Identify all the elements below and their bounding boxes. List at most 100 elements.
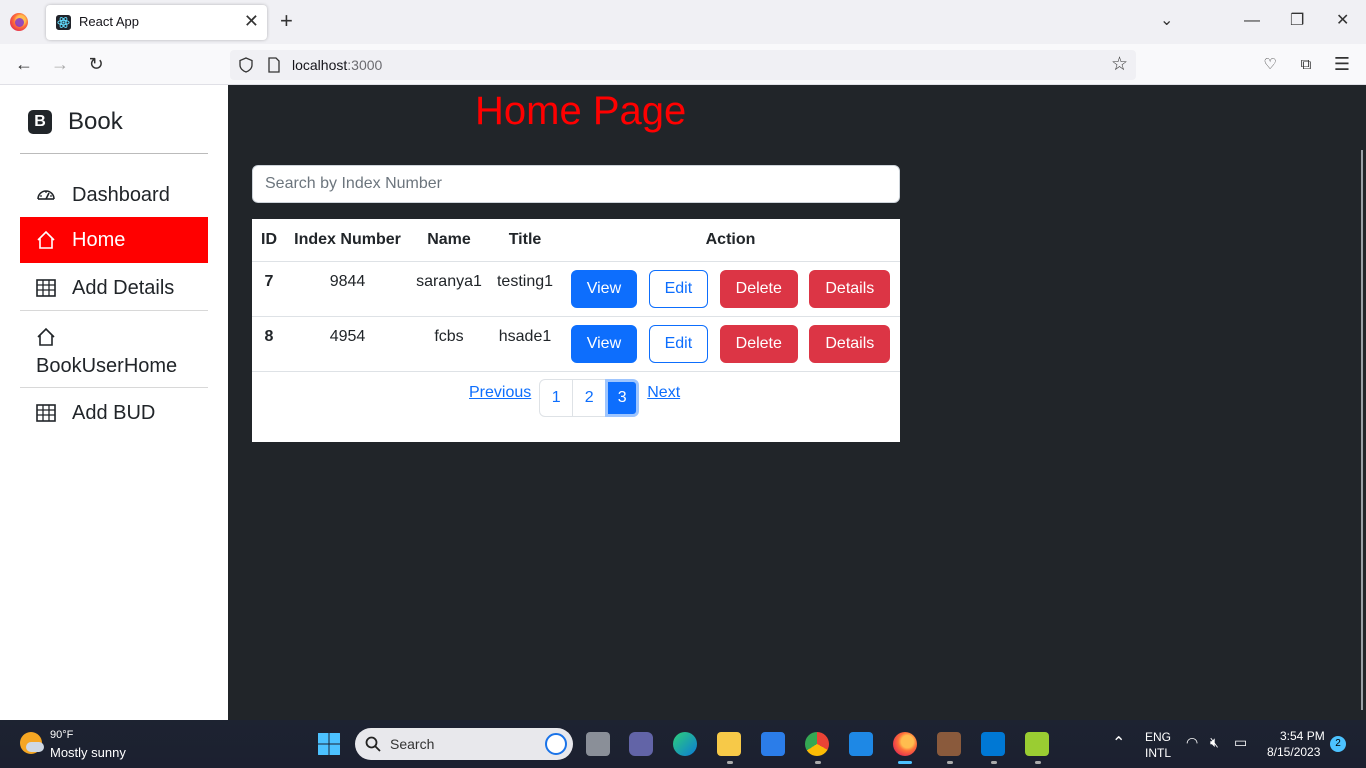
weather-temp[interactable]: 90°F bbox=[50, 729, 73, 741]
search-icon bbox=[365, 736, 381, 752]
task-view-icon[interactable] bbox=[586, 732, 610, 756]
sidebar-item-label: BookUserHome bbox=[36, 355, 178, 377]
brand[interactable]: B Book bbox=[28, 108, 123, 136]
brand-logo: B bbox=[28, 110, 52, 134]
microsoft-store-icon[interactable] bbox=[761, 732, 785, 756]
column-header: Index Number bbox=[286, 219, 409, 262]
vscode-icon[interactable] bbox=[981, 732, 1005, 756]
extensions-icon[interactable]: ⧉ bbox=[1294, 52, 1318, 76]
view-button[interactable]: View bbox=[570, 269, 638, 308]
teams-chat-icon[interactable] bbox=[629, 732, 653, 756]
house-icon bbox=[36, 327, 56, 347]
brand-name: Book bbox=[68, 108, 123, 135]
running-indicator bbox=[727, 761, 733, 764]
delete-button[interactable]: Delete bbox=[719, 269, 798, 308]
view-button[interactable]: View bbox=[570, 324, 638, 363]
sidebar-item-add-bud[interactable]: Add BUD bbox=[20, 390, 208, 436]
minimize-icon[interactable]: — bbox=[1244, 11, 1260, 31]
page-title: Home Page bbox=[475, 89, 687, 133]
cell-index: 9844 bbox=[286, 261, 409, 317]
cell-id: 8 bbox=[252, 316, 286, 372]
cell-name: saranya1 bbox=[409, 261, 489, 317]
browser-tabstrip: React App ✕ + ⌄ — ❐ ✕ bbox=[0, 0, 1366, 44]
battery-icon[interactable]: ▭ bbox=[1234, 734, 1247, 751]
chevron-up-icon[interactable]: ⌃ bbox=[1112, 733, 1125, 753]
house-icon bbox=[36, 230, 56, 250]
keyboard-layout-label[interactable]: INTL bbox=[1145, 746, 1171, 760]
language-label[interactable]: ENG bbox=[1145, 730, 1171, 744]
sidebar-item-dashboard[interactable]: Dashboard bbox=[20, 172, 208, 218]
details-button[interactable]: Details bbox=[809, 324, 891, 363]
weather-icon[interactable] bbox=[20, 732, 44, 754]
column-header: Name bbox=[409, 219, 489, 262]
firefox-icon[interactable] bbox=[10, 13, 28, 31]
app-icon[interactable] bbox=[937, 732, 961, 756]
sidebar-item-label: Add BUD bbox=[72, 401, 156, 424]
cell-index: 4954 bbox=[286, 316, 409, 372]
page-icon[interactable] bbox=[267, 57, 281, 73]
cell-name: fcbs bbox=[409, 316, 489, 372]
table-card: ID Index Number Name Title Action 7 9844… bbox=[252, 219, 900, 442]
speaker-muted-icon[interactable]: 🔇︎ bbox=[1210, 734, 1219, 751]
running-indicator bbox=[1035, 761, 1041, 764]
close-window-icon[interactable]: ✕ bbox=[1336, 11, 1349, 31]
restore-icon[interactable]: ❐ bbox=[1290, 11, 1304, 31]
browser-tab[interactable]: React App ✕ bbox=[46, 5, 267, 40]
sidebar-item-bookuserhome[interactable]: BookUserHome bbox=[20, 321, 208, 385]
cell-id: 7 bbox=[252, 261, 286, 317]
weather-condition[interactable]: Mostly sunny bbox=[50, 745, 126, 760]
pocket-icon[interactable]: ♡ bbox=[1258, 52, 1282, 76]
firefox-taskbar-icon[interactable] bbox=[893, 732, 917, 756]
reload-icon[interactable]: ↻ bbox=[84, 52, 108, 76]
edit-button[interactable]: Edit bbox=[648, 269, 709, 308]
page-2-button[interactable]: 2 bbox=[572, 379, 607, 417]
running-indicator bbox=[991, 761, 997, 764]
back-icon[interactable]: ← bbox=[12, 52, 36, 76]
edit-button[interactable]: Edit bbox=[648, 324, 709, 363]
column-header: Action bbox=[561, 219, 900, 262]
details-button[interactable]: Details bbox=[809, 269, 891, 308]
taskbar-search[interactable]: Search bbox=[355, 728, 573, 760]
cell-title: hsade1 bbox=[489, 316, 561, 372]
notification-badge[interactable]: 2 bbox=[1330, 736, 1346, 752]
sidebar-item-label: Dashboard bbox=[72, 183, 170, 206]
file-explorer-icon[interactable] bbox=[717, 732, 741, 756]
page-1-button[interactable]: 1 bbox=[539, 379, 574, 417]
edge-icon[interactable] bbox=[673, 732, 697, 756]
tab-title: React App bbox=[79, 14, 139, 29]
column-header: ID bbox=[252, 219, 286, 262]
previous-link[interactable]: Previous bbox=[469, 384, 531, 402]
data-table: ID Index Number Name Title Action 7 9844… bbox=[252, 219, 900, 372]
sidebar-item-add-details[interactable]: Add Details bbox=[20, 265, 208, 311]
new-tab-icon[interactable]: + bbox=[280, 9, 293, 33]
delete-button[interactable]: Delete bbox=[719, 324, 798, 363]
page-3-button[interactable]: 3 bbox=[605, 379, 640, 417]
mail-icon[interactable] bbox=[849, 732, 873, 756]
speedometer-icon bbox=[36, 185, 56, 205]
table-row: 8 4954 fcbs hsade1 View Edit Delete Deta… bbox=[252, 316, 900, 372]
bookmark-star-icon[interactable]: ☆ bbox=[1111, 53, 1128, 76]
chrome-icon[interactable] bbox=[805, 732, 829, 756]
running-indicator bbox=[815, 761, 821, 764]
forward-icon[interactable]: → bbox=[48, 52, 72, 76]
windows-start-icon[interactable] bbox=[317, 732, 341, 756]
table-icon bbox=[36, 278, 56, 298]
next-link[interactable]: Next bbox=[647, 384, 680, 402]
menu-icon[interactable]: ☰ bbox=[1330, 52, 1354, 76]
clock-date[interactable]: 8/15/2023 bbox=[1267, 745, 1320, 759]
url-text[interactable]: localhost:3000 bbox=[292, 57, 382, 73]
scrollbar[interactable] bbox=[1361, 150, 1363, 710]
close-tab-icon[interactable]: ✕ bbox=[244, 11, 259, 31]
notepad-icon[interactable] bbox=[1025, 732, 1049, 756]
browser-toolbar: ← → ↻ localhost:3000 ☆ ♡ ⧉ ☰ bbox=[0, 44, 1366, 85]
url-bar[interactable]: localhost:3000 ☆ bbox=[230, 50, 1136, 80]
search-input[interactable] bbox=[252, 165, 900, 203]
shield-icon[interactable] bbox=[238, 57, 254, 73]
bing-icon[interactable] bbox=[545, 733, 567, 755]
react-icon bbox=[56, 15, 71, 30]
wifi-icon[interactable]: ◠ bbox=[1186, 734, 1198, 751]
chevron-down-icon[interactable]: ⌄ bbox=[1160, 11, 1173, 31]
taskbar-search-label: Search bbox=[390, 736, 435, 752]
sidebar-item-home[interactable]: Home bbox=[20, 217, 208, 263]
clock-time[interactable]: 3:54 PM bbox=[1280, 729, 1325, 743]
